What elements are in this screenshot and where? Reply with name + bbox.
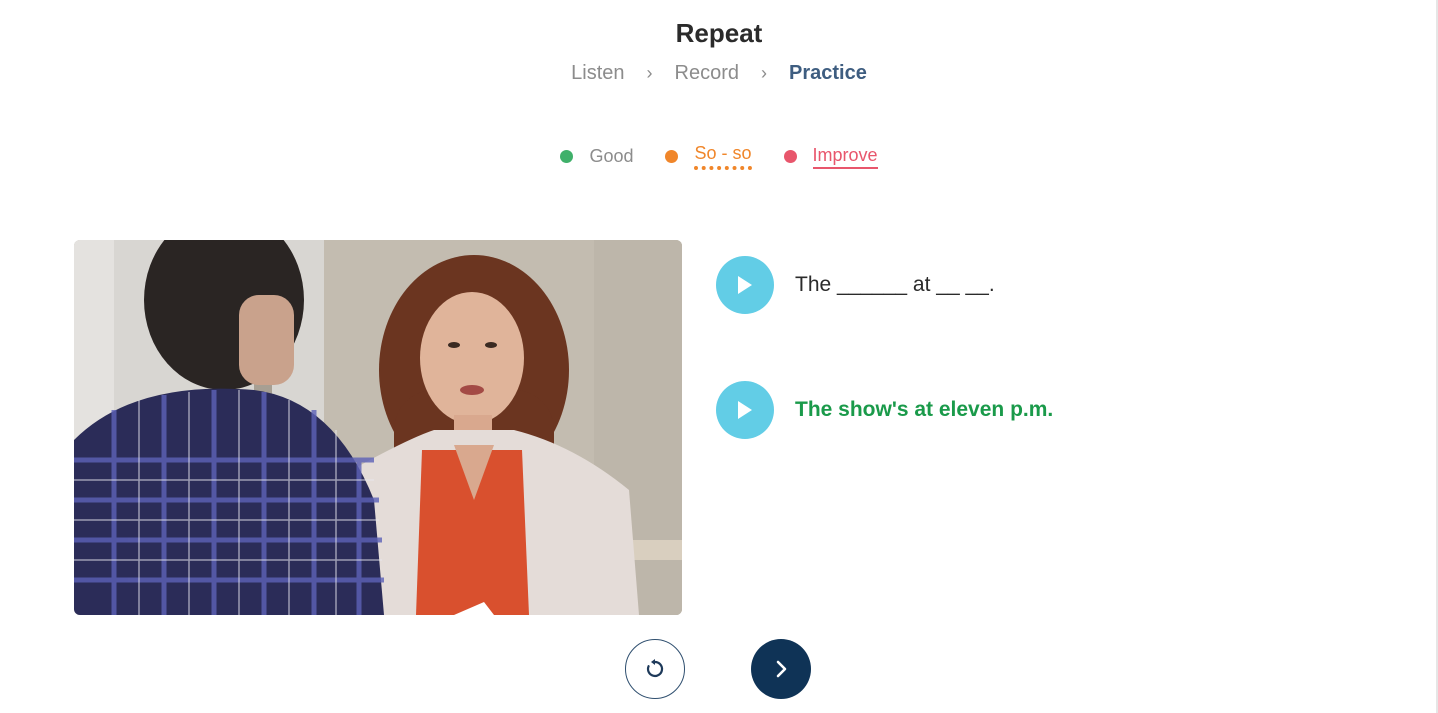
legend-good-label: Good — [589, 146, 634, 166]
answer-text: The show's at eleven p.m. — [795, 398, 1054, 421]
play-icon — [738, 401, 752, 419]
replay-icon — [646, 659, 664, 678]
so-so-dot-icon — [665, 150, 679, 163]
play-prompt-button[interactable] — [716, 256, 774, 314]
page-title: Repeat — [675, 18, 763, 48]
score-legend: Good So - so Improve — [0, 143, 1438, 170]
step-breadcrumb: Listen › Record › Practice — [0, 62, 1438, 85]
next-button[interactable] — [751, 639, 811, 699]
answer-line: The show's at eleven p.m. — [716, 381, 1053, 439]
good-dot-icon — [560, 150, 574, 163]
chevron-right-icon: › — [761, 63, 767, 83]
step-practice[interactable]: Practice — [789, 62, 867, 85]
video-scene-image — [74, 240, 682, 615]
chevron-right-icon: › — [646, 63, 653, 83]
legend-so-so-label: So - so — [694, 143, 752, 170]
legend-improve-label: Improve — [812, 145, 878, 169]
play-icon — [738, 276, 752, 294]
chevron-right-icon — [776, 660, 787, 678]
step-listen[interactable]: Listen — [571, 62, 624, 85]
replay-button[interactable] — [625, 639, 685, 699]
video-frame[interactable] — [74, 240, 682, 615]
improve-dot-icon — [783, 150, 797, 163]
legend-so-so: So - so — [665, 143, 752, 170]
repeat-page: Repeat Listen › Record › Practice Good S… — [0, 0, 1438, 713]
play-answer-button[interactable] — [716, 381, 774, 439]
step-record[interactable]: Record — [675, 62, 739, 85]
prompt-text: The ______ at __ __. — [795, 273, 995, 296]
legend-improve: Improve — [783, 145, 878, 169]
legend-good: Good — [560, 146, 633, 167]
prompt-line: The ______ at __ __. — [716, 256, 995, 314]
